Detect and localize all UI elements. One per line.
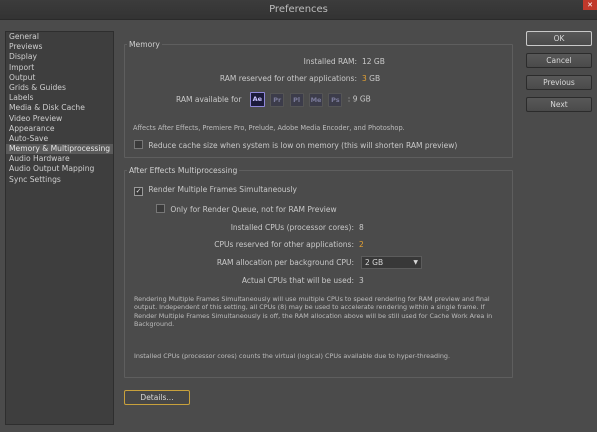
media-encoder-icon: Me bbox=[309, 92, 324, 107]
render-queue-only-label: Only for Render Queue, not for RAM Previ… bbox=[170, 205, 337, 214]
render-queue-only-checkbox[interactable] bbox=[156, 204, 165, 213]
details-button[interactable]: Details... bbox=[124, 390, 190, 405]
render-queue-only-option[interactable]: Only for Render Queue, not for RAM Previ… bbox=[156, 204, 337, 214]
previous-button[interactable]: Previous bbox=[526, 75, 592, 90]
affects-note: Affects After Effects, Premiere Pro, Pre… bbox=[133, 124, 405, 132]
installed-ram-value: 12 GB bbox=[362, 57, 385, 66]
preferences-sidebar: General Previews Display Import Output Grids … bbox=[5, 31, 114, 425]
multiprocessing-group-title: After Effects Multiprocessing bbox=[129, 166, 238, 175]
reduce-cache-option[interactable]: Reduce cache size when system is low on … bbox=[134, 140, 457, 150]
ram-per-cpu-label: RAM allocation per background CPU: bbox=[216, 258, 354, 267]
reserved-cpus-value[interactable]: 2 bbox=[359, 240, 364, 249]
sidebar-item-appearance[interactable]: Appearance bbox=[6, 124, 113, 134]
sidebar-item-audio-hardware[interactable]: Audio Hardware bbox=[6, 154, 113, 164]
installed-ram-label: Installed RAM: bbox=[303, 57, 357, 66]
hyperthreading-note: Installed CPUs (processor cores) counts … bbox=[134, 352, 450, 360]
reduce-cache-label: Reduce cache size when system is low on … bbox=[148, 141, 458, 150]
reduce-cache-checkbox[interactable] bbox=[134, 140, 143, 149]
sidebar-item-previews[interactable]: Previews bbox=[6, 42, 113, 52]
multiprocessing-group: After Effects Multiprocessing bbox=[124, 166, 513, 378]
render-multiple-label: Render Multiple Frames Simultaneously bbox=[148, 185, 297, 194]
sidebar-item-sync-settings[interactable]: Sync Settings bbox=[6, 175, 113, 185]
reserved-cpus-label: CPUs reserved for other applications: bbox=[214, 240, 354, 249]
next-button[interactable]: Next bbox=[526, 97, 592, 112]
sidebar-item-import[interactable]: Import bbox=[6, 63, 113, 73]
sidebar-item-display[interactable]: Display bbox=[6, 52, 113, 62]
ram-available-label: RAM available for bbox=[176, 94, 242, 104]
photoshop-icon: Ps bbox=[328, 92, 343, 107]
sidebar-item-audio-output-mapping[interactable]: Audio Output Mapping bbox=[6, 164, 113, 174]
ram-reserved-value[interactable]: 3 bbox=[362, 74, 367, 83]
sidebar-item-video-preview[interactable]: Video Preview bbox=[6, 114, 113, 124]
ok-button[interactable]: OK bbox=[526, 31, 592, 46]
installed-cpus-value: 8 bbox=[359, 223, 364, 232]
title-bar: Preferences ✕ bbox=[0, 0, 597, 20]
ram-per-cpu-select[interactable]: 2 GB ▼ bbox=[361, 256, 422, 269]
dropdown-arrow-icon: ▼ bbox=[413, 259, 418, 266]
actual-cpus-value: 3 bbox=[359, 276, 364, 285]
render-multiple-checkbox[interactable]: ✓ bbox=[134, 187, 143, 196]
ram-available-value: : 9 GB bbox=[347, 94, 371, 104]
premiere-pro-icon: Pr bbox=[270, 92, 285, 107]
ram-reserved-field[interactable]: 3 GB bbox=[362, 74, 380, 83]
sidebar-item-auto-save[interactable]: Auto-Save bbox=[6, 134, 113, 144]
ram-per-cpu-value: 2 GB bbox=[365, 258, 384, 267]
sidebar-item-output[interactable]: Output bbox=[6, 73, 113, 83]
sidebar-item-grids-and-guides[interactable]: Grids & Guides bbox=[6, 83, 113, 93]
ram-available-row: RAM available for Ae Pr Pl Me Ps : 9 GB bbox=[176, 92, 371, 107]
ram-reserved-label: RAM reserved for other applications: bbox=[219, 74, 357, 83]
multiprocessing-note: Rendering Multiple Frames Simultaneously… bbox=[134, 295, 493, 328]
close-icon[interactable]: ✕ bbox=[583, 0, 597, 10]
ram-reserved-unit: GB bbox=[369, 74, 381, 83]
cancel-button[interactable]: Cancel bbox=[526, 53, 592, 68]
actual-cpus-label: Actual CPUs that will be used: bbox=[241, 276, 354, 285]
memory-group-title: Memory bbox=[129, 40, 160, 49]
render-multiple-option[interactable]: ✓ Render Multiple Frames Simultaneously bbox=[134, 185, 297, 196]
sidebar-item-memory-and-multiprocessing[interactable]: Memory & Multiprocessing bbox=[6, 144, 113, 155]
after-effects-icon: Ae bbox=[249, 92, 265, 107]
window-title: Preferences bbox=[269, 4, 328, 15]
sidebar-item-labels[interactable]: Labels bbox=[6, 93, 113, 103]
sidebar-item-media-and-disk-cache[interactable]: Media & Disk Cache bbox=[6, 103, 113, 113]
sidebar-item-general[interactable]: General bbox=[6, 32, 113, 42]
installed-cpus-label: Installed CPUs (processor cores): bbox=[230, 223, 354, 232]
prelude-icon: Pl bbox=[289, 92, 304, 107]
